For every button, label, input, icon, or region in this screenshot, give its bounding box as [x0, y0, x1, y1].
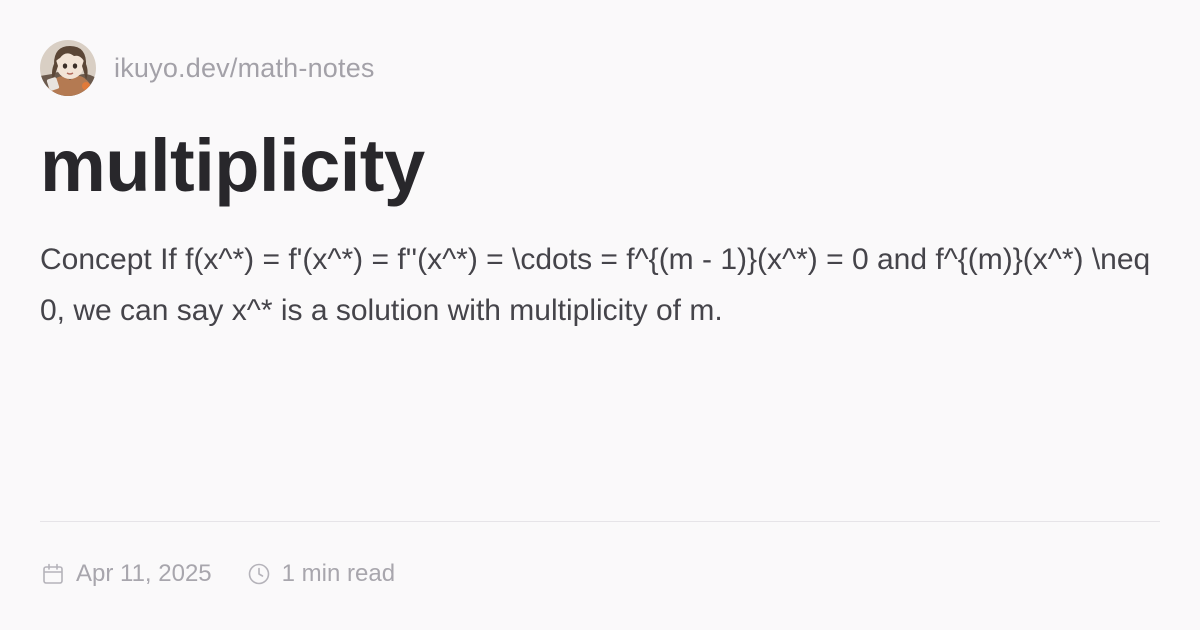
- post-date: Apr 11, 2025: [40, 560, 212, 588]
- divider: [40, 521, 1160, 522]
- site-header[interactable]: ikuyo.dev/math-notes: [40, 40, 1160, 96]
- avatar-image: [40, 40, 96, 96]
- anime-avatar-icon: [40, 40, 96, 96]
- post-title: multiplicity: [40, 124, 425, 207]
- post-read-time: 1 min read: [246, 560, 395, 588]
- post-date-text: Apr 11, 2025: [76, 560, 212, 587]
- site-url[interactable]: ikuyo.dev/math-notes: [114, 53, 375, 84]
- calendar-icon: [40, 561, 66, 587]
- post-read-time-text: 1 min read: [281, 560, 396, 587]
- og-card: ikuyo.dev/math-notes multiplicity Concep…: [40, 40, 1160, 590]
- post-meta: Apr 11, 2025 1 min read: [40, 558, 395, 590]
- clock-icon: [246, 561, 272, 587]
- post-description: Concept If f(x^*) = f'(x^*) = f''(x^*) =…: [40, 243, 1151, 327]
